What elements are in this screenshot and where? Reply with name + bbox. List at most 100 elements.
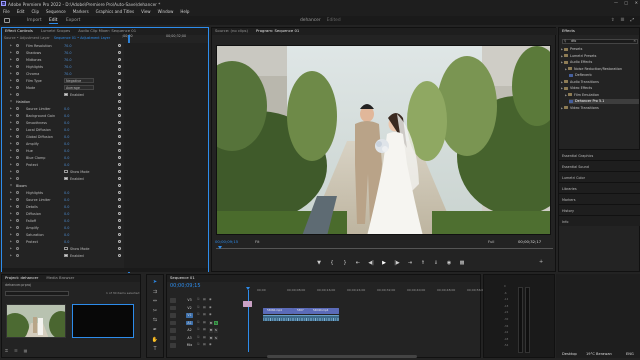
twirl-icon[interactable]: ▶ (10, 51, 12, 54)
reset-keyframe-icon[interactable] (118, 141, 121, 145)
lock-track-icon[interactable]: ⚿ (197, 297, 199, 302)
reset-keyframe-icon[interactable] (118, 57, 121, 61)
tab-media-browser[interactable]: Media Browser (46, 276, 74, 281)
reset-keyframe-icon[interactable] (118, 211, 121, 215)
mute-icon[interactable]: M (209, 328, 213, 333)
razor-icon[interactable]: ✂ (153, 308, 157, 314)
stopwatch-icon[interactable] (16, 253, 19, 257)
stopwatch-icon[interactable] (16, 190, 19, 194)
reset-keyframe-icon[interactable] (118, 190, 121, 194)
effect-controls-mini-ruler[interactable]: ;00;00 00;00;32;00 (120, 34, 210, 273)
param-value[interactable]: 0.0 (64, 198, 69, 202)
sync-lock-icon[interactable]: ▤ (203, 342, 206, 347)
tab-source-monitor[interactable]: Source: (no clips) (215, 29, 248, 34)
stopwatch-icon[interactable] (16, 204, 19, 208)
param-value[interactable]: 0.0 (64, 128, 69, 132)
param-value[interactable]: 0.0 (64, 163, 69, 167)
stopwatch-icon[interactable] (16, 155, 19, 159)
mute-icon[interactable]: M (209, 320, 213, 325)
project-thumbnail-adjustment[interactable] (72, 304, 134, 338)
twirl-icon[interactable]: ▶ (10, 205, 12, 208)
expand-arrow-icon[interactable]: ▶ (561, 81, 563, 84)
list-view-icon[interactable]: ☰ (14, 348, 18, 354)
param-select[interactable]: Average (64, 85, 94, 90)
video-clip-1[interactable]: 5306K.mp4 (263, 308, 293, 314)
compare-icon[interactable]: ▩ (459, 260, 465, 266)
clear-search-icon[interactable]: ✕ (633, 39, 636, 44)
eye-icon[interactable]: ◉ (209, 297, 212, 302)
stopwatch-icon[interactable] (16, 162, 19, 166)
stopwatch-icon[interactable] (16, 141, 19, 145)
lock-icon[interactable]: ⚿ (5, 348, 8, 354)
param-value[interactable]: 0.0 (64, 219, 69, 223)
stopwatch-icon[interactable] (16, 232, 19, 236)
sequence-label[interactable]: Sequence 01 • Adjustment Layer (54, 36, 110, 40)
param-value[interactable]: 0.0 (64, 135, 69, 139)
mark-in-bracket-icon[interactable]: { (329, 260, 335, 266)
extract-icon[interactable]: ⇓ (433, 260, 439, 266)
mark-out-bracket-icon[interactable]: } (342, 260, 348, 266)
reset-keyframe-icon[interactable] (118, 246, 121, 250)
program-video-frame[interactable] (216, 45, 551, 235)
twirl-icon[interactable]: ▶ (10, 198, 12, 201)
reset-keyframe-icon[interactable] (118, 99, 121, 103)
param-checkbox[interactable] (64, 246, 68, 250)
reset-keyframe-icon[interactable] (118, 78, 121, 82)
go-to-out-icon[interactable]: ⇥ (407, 260, 413, 266)
lock-track-icon[interactable]: ⚿ (197, 320, 199, 325)
mute-icon[interactable]: M (209, 335, 213, 340)
twirl-icon[interactable]: ▶ (10, 177, 12, 180)
stopwatch-icon[interactable] (16, 218, 19, 222)
twirl-icon[interactable]: ▶ (10, 72, 12, 75)
go-to-in-icon[interactable]: ⇤ (355, 260, 361, 266)
twirl-icon[interactable]: ▶ (10, 254, 12, 257)
effects-tree-item[interactable]: Dehancer Pro 5.1 (569, 99, 639, 104)
effects-tree-item[interactable]: ▶ Video Effects (561, 86, 639, 91)
reset-keyframe-icon[interactable] (118, 50, 121, 54)
twirl-icon[interactable]: ▶ (10, 247, 12, 250)
effects-search-input[interactable]: ⚲ dfo ✕ (562, 39, 638, 44)
lock-track-icon[interactable]: ⚿ (197, 335, 199, 340)
desktop-label[interactable]: Desktop (562, 352, 577, 356)
stopwatch-icon[interactable] (16, 78, 19, 82)
track-target-icon[interactable] (170, 298, 176, 303)
param-value[interactable]: 0.0 (64, 240, 69, 244)
reset-keyframe-icon[interactable] (118, 162, 121, 166)
param-value[interactable]: 70.0 (64, 72, 72, 76)
track-target-icon[interactable] (170, 343, 176, 348)
sync-lock-icon[interactable]: ▤ (203, 305, 206, 310)
twirl-icon[interactable]: ▶ (10, 86, 12, 89)
lock-track-icon[interactable]: ⚿ (197, 312, 199, 317)
stopwatch-icon[interactable] (16, 120, 19, 124)
reset-keyframe-icon[interactable] (118, 197, 121, 201)
param-value[interactable]: 0.0 (64, 191, 69, 195)
timeline-timecode[interactable]: 00;00;09;15 (170, 283, 201, 289)
track-target-icon[interactable] (170, 320, 176, 325)
param-value[interactable]: 0.0 (64, 114, 69, 118)
lock-track-icon[interactable]: ⚿ (197, 327, 199, 332)
twirl-icon[interactable]: ▶ (10, 191, 12, 194)
tab-lumetri-scopes[interactable]: Lumetri Scopes (41, 29, 70, 34)
effects-tree-item[interactable]: DeReverb (569, 73, 639, 78)
reset-keyframe-icon[interactable] (118, 134, 121, 138)
reset-keyframe-icon[interactable] (118, 71, 121, 75)
twirl-icon[interactable]: ▶ (10, 121, 12, 124)
program-playhead[interactable] (218, 246, 222, 249)
fullscreen-icon[interactable]: ⤢ (630, 18, 634, 23)
track-name[interactable]: Mix (186, 343, 193, 348)
effects-tree-item[interactable]: ▶ Audio Effects (561, 60, 639, 65)
reset-keyframe-icon[interactable] (118, 64, 121, 68)
reset-keyframe-icon[interactable] (118, 232, 121, 236)
stopwatch-icon[interactable] (16, 148, 19, 152)
stopwatch-icon[interactable] (16, 176, 19, 180)
expand-arrow-icon[interactable]: ▶ (561, 61, 563, 64)
param-value[interactable]: 0.0 (64, 212, 69, 216)
param-checkbox[interactable] (64, 92, 68, 96)
panel-group-header[interactable]: Essential Graphics (559, 149, 640, 160)
sync-lock-icon[interactable]: ▤ (203, 312, 206, 317)
solo-icon[interactable]: S (214, 335, 218, 340)
reset-keyframe-icon[interactable] (118, 218, 121, 222)
reset-keyframe-icon[interactable] (118, 155, 121, 159)
track-name[interactable]: A2 (186, 328, 193, 333)
reset-keyframe-icon[interactable] (118, 113, 121, 117)
